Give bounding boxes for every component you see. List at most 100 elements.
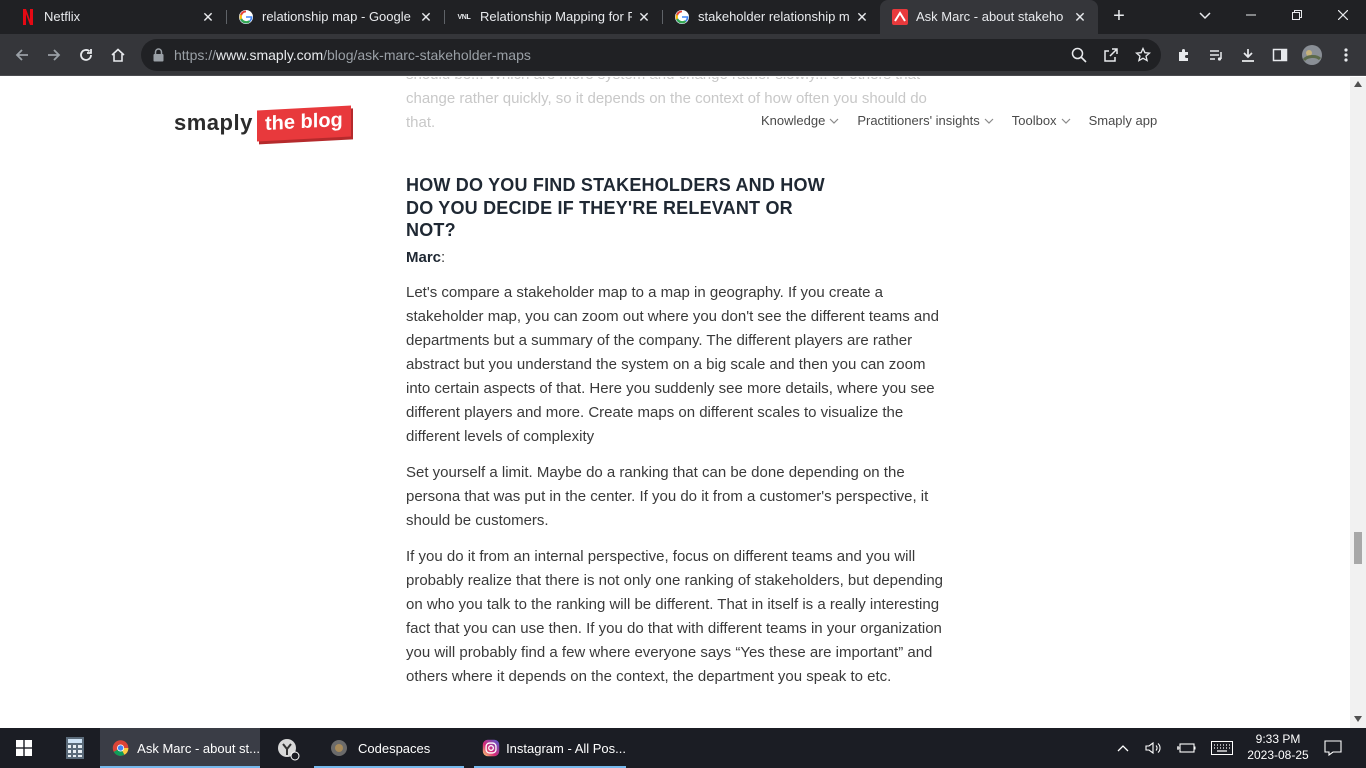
google-icon (238, 9, 254, 25)
volume-button[interactable] (1142, 738, 1166, 758)
taskbar-app-spotlight[interactable] (264, 728, 310, 768)
nav-label: Knowledge (761, 113, 826, 128)
notifications-button[interactable] (1322, 738, 1344, 758)
side-panel-icon (1272, 48, 1288, 62)
taskbar-app-codespaces[interactable]: Codespaces (314, 728, 464, 768)
close-icon[interactable]: ✕ (200, 9, 216, 25)
bookmark-star-icon[interactable] (1134, 46, 1152, 68)
minimize-button[interactable] (1228, 0, 1274, 32)
google-icon (674, 9, 690, 25)
chevron-down-icon (984, 118, 994, 124)
logo-badge: the blog (256, 105, 351, 141)
restore-icon (1292, 10, 1302, 20)
speaker-icon (1145, 741, 1161, 755)
windows-icon (16, 740, 32, 756)
close-icon (1337, 9, 1349, 21)
chevron-down-icon (1199, 12, 1211, 20)
menu-button[interactable] (1334, 43, 1358, 67)
tab-title: Netflix (44, 9, 81, 24)
paragraph: Set yourself a limit. Maybe do a ranking… (406, 463, 929, 529)
taskbar-app-label: Codespaces (358, 740, 431, 756)
tab-search-button[interactable] (1182, 0, 1228, 32)
lock-icon[interactable] (153, 48, 164, 67)
notification-icon (1324, 740, 1342, 756)
back-button[interactable] (10, 43, 34, 67)
media-control-button[interactable] (1204, 43, 1228, 67)
downloads-button[interactable] (1236, 43, 1260, 67)
tab-title: Relationship Mapping for Pul (480, 9, 632, 24)
share-icon[interactable] (1103, 47, 1119, 68)
forward-button[interactable] (42, 43, 66, 67)
tab-title: Ask Marc - about stakeholde (916, 9, 1064, 24)
side-panel-button[interactable] (1268, 43, 1292, 67)
clock[interactable]: 9:33 PM 2023-08-25 (1242, 731, 1314, 763)
close-icon[interactable]: ✕ (636, 9, 652, 25)
close-window-button[interactable] (1320, 0, 1366, 32)
web-page: should be... Which are more system and c… (0, 77, 1350, 728)
url-domain: www.smaply.com (216, 47, 324, 63)
reload-icon (80, 49, 92, 61)
battery-button[interactable] (1174, 738, 1198, 758)
close-icon[interactable]: ✕ (854, 9, 870, 25)
scroll-up-icon (1354, 81, 1362, 87)
new-tab-button[interactable]: + (1108, 6, 1130, 28)
tab-relationship-mapping[interactable]: VNL Relationship Mapping for Pul ✕ (444, 0, 662, 34)
vnl-icon: VNL (457, 13, 471, 21)
author-suffix: : (441, 248, 446, 266)
page-scrollbar[interactable] (1350, 77, 1366, 728)
tab-ask-marc[interactable]: Ask Marc - about stakeholde ✕ (880, 0, 1098, 34)
nav-label: Smaply app (1088, 113, 1158, 128)
paragraph: If you do it from an internal perspectiv… (406, 547, 944, 685)
keyboard-button[interactable] (1208, 738, 1236, 758)
zoom-icon[interactable] (1071, 47, 1087, 68)
browser-toolbar: https://www.smaply.com/blog/ask-marc-sta… (0, 34, 1366, 76)
tray-overflow-button[interactable] (1112, 738, 1134, 758)
close-icon[interactable]: ✕ (1072, 9, 1088, 25)
taskbar-app-label: Instagram - All Pos... (506, 740, 626, 756)
url-text[interactable]: https://www.smaply.com/blog/ask-marc-sta… (174, 47, 531, 63)
extensions-button[interactable] (1172, 43, 1196, 67)
clock-date: 2023-08-25 (1247, 748, 1309, 762)
home-icon (111, 48, 125, 62)
chevron-down-icon (829, 118, 839, 124)
tab-netflix[interactable]: Netflix ✕ (8, 0, 226, 34)
chevron-up-icon (1117, 745, 1129, 752)
calculator-icon (66, 737, 84, 759)
netflix-icon (20, 9, 36, 25)
forward-arrow-icon (48, 49, 61, 61)
back-arrow-icon (15, 49, 28, 61)
restore-button[interactable] (1274, 0, 1320, 32)
close-icon[interactable]: ✕ (418, 9, 434, 25)
taskbar-app-instagram[interactable]: Instagram - All Pos... (474, 728, 626, 768)
url-scheme: https:// (174, 47, 217, 63)
avatar (1302, 45, 1322, 65)
nav-practitioners-insights[interactable]: Practitioners' insights (857, 113, 994, 128)
tab-title: stakeholder relationship map (698, 9, 850, 24)
article-body: HOW DO YOU FIND STAKEHOLDERS AND HOW DO … (406, 174, 950, 689)
author-line: Marc: (406, 247, 950, 269)
puzzle-icon (1179, 49, 1188, 61)
profile-button[interactable] (1300, 43, 1324, 67)
app-icon (278, 739, 300, 761)
nav-knowledge[interactable]: Knowledge (761, 113, 839, 128)
tab-google-search-1[interactable]: relationship map - Google Se ✕ (226, 0, 444, 34)
home-button[interactable] (106, 43, 130, 67)
scroll-thumb[interactable] (1354, 532, 1362, 564)
chrome-icon (112, 740, 129, 756)
site-logo[interactable]: smaply the blog (174, 105, 351, 141)
tab-google-search-2[interactable]: stakeholder relationship map ✕ (662, 0, 880, 34)
start-button[interactable] (0, 728, 48, 768)
nav-smaply-app[interactable]: Smaply app (1089, 113, 1158, 128)
reload-button[interactable] (74, 43, 98, 67)
tab-strip: Netflix ✕ relationship map - Google Se ✕… (0, 0, 1366, 34)
scroll-down-icon (1354, 716, 1362, 722)
nav-toolbox[interactable]: Toolbox (1012, 113, 1071, 128)
download-icon (1242, 49, 1254, 62)
calculator-button[interactable] (52, 728, 98, 768)
taskbar-app-chrome[interactable]: Ask Marc - about st... (100, 728, 260, 768)
address-bar[interactable]: https://www.smaply.com/blog/ask-marc-sta… (141, 39, 1161, 71)
site-nav: Knowledge Practitioners' insights Toolbo… (761, 113, 1175, 128)
clock-time: 9:33 PM (1255, 732, 1301, 746)
keyboard-icon (1211, 741, 1233, 755)
taskbar-app-label: Ask Marc - about st... (137, 740, 260, 756)
